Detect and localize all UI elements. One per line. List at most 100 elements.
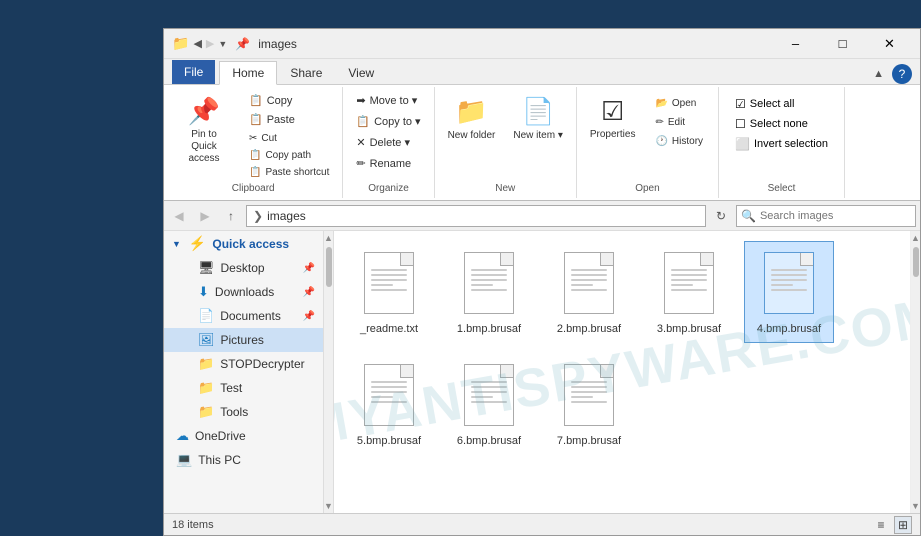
open-button[interactable]: 📂 Open	[648, 95, 710, 112]
sidebar-item-downloads[interactable]: ⬇ Downloads 📌	[164, 280, 323, 304]
tab-share[interactable]: Share	[277, 61, 335, 84]
sidebar-item-pictures[interactable]: 🖼 Pictures	[164, 328, 323, 352]
select-all-icon: ☑	[735, 97, 746, 111]
file-scroll-thumb[interactable]	[913, 247, 919, 277]
sidebar-item-this-pc[interactable]: 💻 This PC	[164, 448, 323, 472]
sidebar-label-quick-access: Quick access	[212, 237, 289, 251]
maximize-button[interactable]: □	[820, 30, 865, 58]
file-scrollbar-down[interactable]: ▼	[911, 501, 920, 511]
close-button[interactable]: ✕	[867, 30, 912, 58]
file-item[interactable]: 5.bmp.brusaf	[344, 353, 434, 455]
tab-file[interactable]: File	[172, 60, 215, 84]
rename-button[interactable]: ✏ Rename	[349, 154, 427, 173]
new-item-button[interactable]: 📄 New item ▾	[506, 91, 569, 147]
delete-button[interactable]: ✕ Delete ▾	[349, 133, 427, 152]
back-quick-icon[interactable]: ◀	[193, 37, 201, 50]
invert-icon: ⬜	[735, 137, 750, 151]
sidebar-item-tools[interactable]: 📁 Tools	[164, 400, 323, 424]
file-item[interactable]: 6.bmp.brusaf	[444, 353, 534, 455]
paste-shortcut-button[interactable]: 📋 Paste shortcut	[242, 164, 336, 181]
up-button[interactable]: ↑	[220, 205, 242, 227]
organize-buttons: ➡ Move to ▾ 📋 Copy to ▾ ✕ Delete ▾ ✏ Ren…	[349, 91, 427, 173]
sidebar-item-documents[interactable]: 📄 Documents 📌	[164, 304, 323, 328]
main-area: ▼ ⚡ Quick access 🖥 Desktop 📌 ⬇ Downloads…	[164, 231, 920, 513]
pictures-icon: 🖼	[198, 332, 215, 348]
sidebar-item-stopdecrypter[interactable]: 📁 STOPDecrypter	[164, 352, 323, 376]
file-item[interactable]: 3.bmp.brusaf	[644, 241, 734, 343]
tab-home[interactable]: Home	[219, 61, 277, 85]
move-to-icon: ➡	[356, 94, 365, 107]
sidebar-label-tools: Tools	[220, 405, 248, 419]
copy-button[interactable]: 📋 Copy	[242, 91, 336, 110]
search-icon: 🔍	[741, 209, 756, 223]
ribbon-tabs: File Home Share View ▲ ?	[164, 59, 920, 85]
sidebar-scroll-thumb[interactable]	[326, 247, 332, 287]
sidebar-item-test[interactable]: 📁 Test	[164, 376, 323, 400]
history-button[interactable]: 🕐 History	[648, 133, 710, 150]
copy-path-icon: 📋	[249, 150, 261, 161]
view-details-button[interactable]: ≡	[872, 516, 890, 534]
sidebar-item-desktop[interactable]: 🖥 Desktop 📌	[164, 256, 323, 280]
invert-selection-button[interactable]: ⬜ Invert selection	[731, 135, 832, 153]
titlebar: 📁 ◀ ▶ ▼ 📌 images – □ ✕	[164, 29, 920, 59]
select-none-button[interactable]: ☐ Select none	[731, 115, 832, 133]
file-scrollbar-up[interactable]: ▲	[911, 233, 920, 243]
sidebar: ▼ ⚡ Quick access 🖥 Desktop 📌 ⬇ Downloads…	[164, 231, 324, 513]
clipboard-sm-group: 📋 Copy 📋 Paste ✂ Cut 📋	[242, 91, 336, 181]
sidebar-item-quick-access[interactable]: ▼ ⚡ Quick access	[164, 231, 323, 256]
sidebar-label-onedrive: OneDrive	[195, 429, 246, 443]
pin-desktop-icon: 📌	[303, 263, 315, 274]
sidebar-scrollbar-up[interactable]: ▲	[324, 233, 333, 243]
clipboard-buttons: 📌 Pin to Quick access 📋 Copy 📋 Paste	[170, 91, 336, 181]
pin-quick-icon: 📌	[235, 37, 250, 51]
file-item[interactable]: 7.bmp.brusaf	[544, 353, 634, 455]
ribbon-group-select: ☑ Select all ☐ Select none ⬜ Invert sele…	[719, 87, 845, 198]
new-folder-icon: 📁	[455, 96, 487, 127]
documents-icon: 📄	[198, 308, 214, 324]
item-count: 18 items	[172, 519, 214, 531]
select-all-button[interactable]: ☑ Select all	[731, 95, 832, 113]
forward-button[interactable]: ▶	[194, 205, 216, 227]
refresh-button[interactable]: ↻	[710, 205, 732, 227]
file-name: 5.bmp.brusaf	[357, 434, 421, 448]
minimize-button[interactable]: –	[773, 30, 818, 58]
new-buttons: 📁 New folder 📄 New item ▾	[441, 91, 570, 181]
select-none-icon: ☐	[735, 117, 746, 131]
file-item[interactable]: _readme.txt	[344, 241, 434, 343]
open-icon: 📂	[655, 98, 667, 109]
sidebar-item-onedrive[interactable]: ☁ OneDrive	[164, 424, 323, 448]
new-folder-button[interactable]: 📁 New folder	[441, 91, 503, 147]
address-path[interactable]: ❯ images	[246, 205, 706, 227]
down-quick-icon[interactable]: ▼	[218, 39, 227, 49]
desktop-icon: 🖥	[198, 260, 215, 276]
file-item[interactable]: 4.bmp.brusaf	[744, 241, 834, 343]
sidebar-label-test: Test	[220, 381, 242, 395]
back-button[interactable]: ◀	[168, 205, 190, 227]
new-item-icon: 📄	[522, 96, 554, 127]
properties-button[interactable]: ☑ Properties	[583, 91, 643, 145]
delete-icon: ✕	[356, 136, 365, 149]
sidebar-scrollbar-down[interactable]: ▼	[324, 501, 333, 511]
help-button[interactable]: ?	[892, 64, 912, 84]
edit-button[interactable]: ✏ Edit	[648, 114, 710, 131]
view-icons-button[interactable]: ⊞	[894, 516, 912, 534]
search-input[interactable]	[760, 210, 911, 222]
tab-view[interactable]: View	[335, 61, 387, 84]
copy-path-button[interactable]: 📋 Copy path	[242, 147, 336, 164]
paste-button[interactable]: 📋 Paste	[242, 110, 336, 129]
move-to-button[interactable]: ➡ Move to ▾	[349, 91, 427, 110]
explorer-window: 📁 ◀ ▶ ▼ 📌 images – □ ✕ File Home Share V…	[163, 28, 921, 536]
pin-quick-access-button[interactable]: 📌 Pin to Quick access	[170, 91, 238, 170]
forward-quick-icon[interactable]: ▶	[206, 37, 214, 50]
file-name: _readme.txt	[360, 322, 418, 336]
file-item[interactable]: 2.bmp.brusaf	[544, 241, 634, 343]
ribbon-collapse-icon[interactable]: ▲	[869, 64, 888, 84]
file-item[interactable]: 1.bmp.brusaf	[444, 241, 534, 343]
this-pc-icon: 💻	[176, 452, 192, 468]
sidebar-label-pictures: Pictures	[221, 333, 264, 347]
sidebar-label-documents: Documents	[220, 309, 281, 323]
file-icon	[459, 248, 519, 318]
ribbon-content: 📌 Pin to Quick access 📋 Copy 📋 Paste	[164, 85, 920, 201]
cut-button[interactable]: ✂ Cut	[242, 130, 284, 147]
copy-to-button[interactable]: 📋 Copy to ▾	[349, 112, 427, 131]
